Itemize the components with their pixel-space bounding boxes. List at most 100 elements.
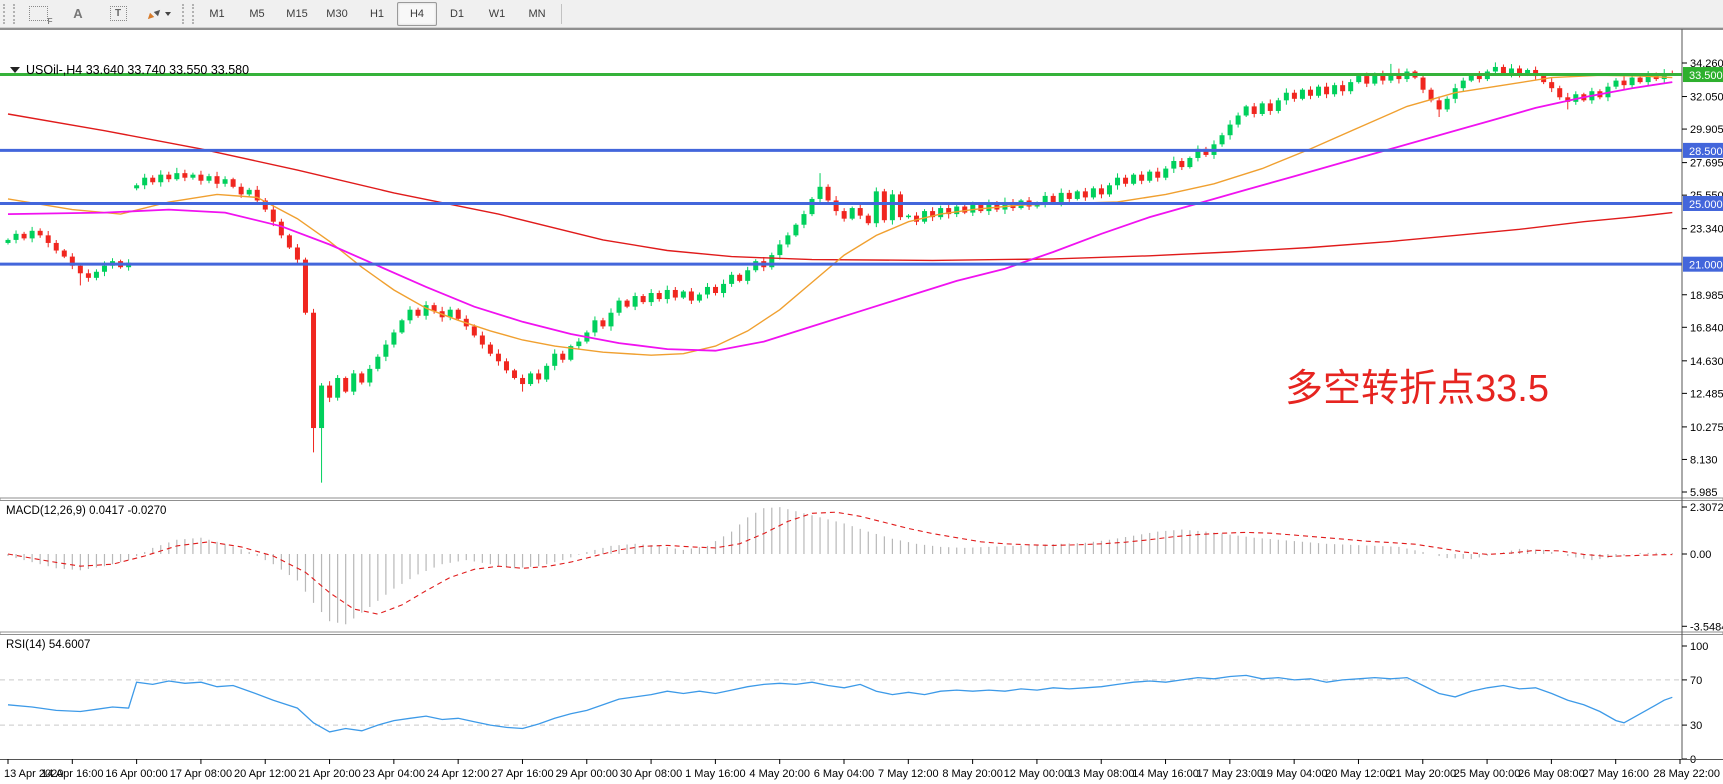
timeframe-toolbar-drag-handle[interactable] — [182, 4, 194, 24]
price-axis-label: 10.275 — [1690, 422, 1723, 434]
timeframe-button-w1[interactable]: W1 — [477, 2, 517, 26]
macd-indicator-label: MACD(12,26,9) 0.0417 -0.0270 — [6, 505, 166, 517]
candle-body — [528, 373, 533, 384]
timeframe-button-d1[interactable]: D1 — [437, 2, 477, 26]
candle-body — [142, 178, 147, 186]
candle-body — [408, 310, 413, 321]
timeframe-button-m1[interactable]: M1 — [197, 2, 237, 26]
text-label-tool-button[interactable]: A — [58, 2, 98, 26]
candle-body — [78, 266, 83, 274]
chart-window[interactable]: 多空转折点33.5 USOil-,H4 33.640 33.740 33.550 … — [0, 28, 1723, 784]
text-label-icon: A — [73, 6, 82, 21]
badge-text: 33.500 — [1689, 70, 1723, 82]
pattern-tool-button[interactable]: F — [18, 2, 58, 26]
time-axis-label: 21 May 20:00 — [1389, 768, 1456, 780]
candle-body — [375, 357, 380, 369]
candle-body — [793, 225, 798, 236]
candle-body — [1059, 193, 1064, 202]
time-axis-label: 7 May 12:00 — [878, 768, 939, 780]
candle-body — [592, 320, 597, 332]
rsi-panel-separator[interactable] — [0, 632, 1723, 635]
macd-panel-separator[interactable] — [0, 498, 1723, 501]
candle-body — [520, 378, 525, 384]
top-toolbar: F A T M1M5M15M30H1H4D1W1MN — [0, 0, 1723, 28]
candle-body — [938, 208, 943, 217]
timeframe-button-m5[interactable]: M5 — [237, 2, 277, 26]
candle-body — [190, 175, 195, 178]
macd-axis-label: 2.3072 — [1690, 502, 1723, 514]
candle-body — [1099, 188, 1104, 194]
candle-body — [150, 178, 155, 183]
mt4-terminal-window: F A T M1M5M15M30H1H4D1W1MN 多空转折点33.5 USOi… — [0, 0, 1723, 784]
candle-body — [1123, 178, 1128, 184]
candle-body — [38, 231, 43, 236]
candle-body — [576, 342, 581, 347]
candle-body — [271, 210, 276, 222]
candle-body — [954, 207, 959, 215]
timeframe-button-mn[interactable]: MN — [517, 2, 557, 26]
timeframe-button-m15[interactable]: M15 — [277, 2, 317, 26]
candle-body — [536, 373, 541, 379]
candle-body — [697, 295, 702, 301]
time-axis-label: 6 May 04:00 — [814, 768, 875, 780]
price-level-badge-33.500[interactable]: 33.500 — [1683, 67, 1723, 82]
candle-body — [327, 386, 332, 398]
toolbar-drag-handle[interactable] — [3, 4, 15, 24]
diagonal-arrows-icon — [146, 7, 162, 21]
annotation-text[interactable]: 多空转折点33.5 — [1285, 368, 1549, 410]
candle-body — [777, 244, 782, 255]
price-axis-label: 8.130 — [1690, 454, 1718, 466]
candle-body — [874, 191, 879, 223]
candle-body — [207, 176, 212, 181]
candle-body — [1557, 88, 1562, 97]
price-axis-label: 16.840 — [1690, 322, 1723, 334]
candle-body — [1268, 103, 1273, 111]
candle-body — [560, 354, 565, 360]
candle-body — [1228, 125, 1233, 136]
chart-title: USOil-,H4 33.640 33.740 33.550 33.580 — [26, 63, 249, 77]
candle-body — [6, 240, 11, 243]
candle-body — [86, 273, 91, 278]
candle-body — [1638, 78, 1643, 83]
price-chart-canvas[interactable]: 多空转折点33.5 USOil-,H4 33.640 33.740 33.550 … — [0, 29, 1723, 784]
candle-body — [689, 291, 694, 300]
candle-body — [488, 345, 493, 354]
price-level-badge-21.000[interactable]: 21.000 — [1683, 257, 1723, 272]
candle-body — [600, 320, 605, 326]
price-axis-label: 29.905 — [1690, 124, 1723, 136]
candle-body — [745, 270, 750, 281]
candle-body — [223, 179, 228, 184]
candle-body — [657, 293, 662, 299]
candle-body — [617, 301, 622, 313]
price-level-badge-28.500[interactable]: 28.500 — [1683, 143, 1723, 158]
candle-body — [1220, 135, 1225, 144]
text-box-tool-button[interactable]: T — [98, 2, 138, 26]
timeframe-button-h1[interactable]: H1 — [357, 2, 397, 26]
timeframe-button-m30[interactable]: M30 — [317, 2, 357, 26]
candle-body — [62, 251, 67, 257]
candle-body — [842, 211, 847, 219]
timeframe-button-h4[interactable]: H4 — [397, 2, 437, 26]
candle-body — [1276, 100, 1281, 111]
drawing-arrows-button[interactable] — [138, 2, 179, 26]
candle-body — [416, 310, 421, 316]
time-axis-label: 12 May 00:00 — [1004, 768, 1071, 780]
time-axis-label: 1 May 16:00 — [685, 768, 746, 780]
candle-body — [456, 310, 461, 319]
candle-body — [1501, 67, 1506, 73]
candle-body — [391, 332, 396, 344]
pattern-grid-icon: F — [29, 6, 48, 21]
candle-body — [1051, 196, 1056, 202]
candle-body — [641, 296, 646, 302]
candle-body — [496, 354, 501, 362]
candle-body — [1252, 106, 1257, 114]
candle-body — [898, 194, 903, 217]
badge-text: 28.500 — [1689, 146, 1723, 158]
candle-body — [22, 234, 27, 239]
price-level-badge-25.000[interactable]: 25.000 — [1683, 196, 1723, 211]
candle-body — [1284, 93, 1289, 101]
candle-body — [1171, 161, 1176, 169]
candle-body — [1187, 158, 1192, 167]
candle-body — [625, 301, 630, 307]
candle-body — [295, 247, 300, 259]
